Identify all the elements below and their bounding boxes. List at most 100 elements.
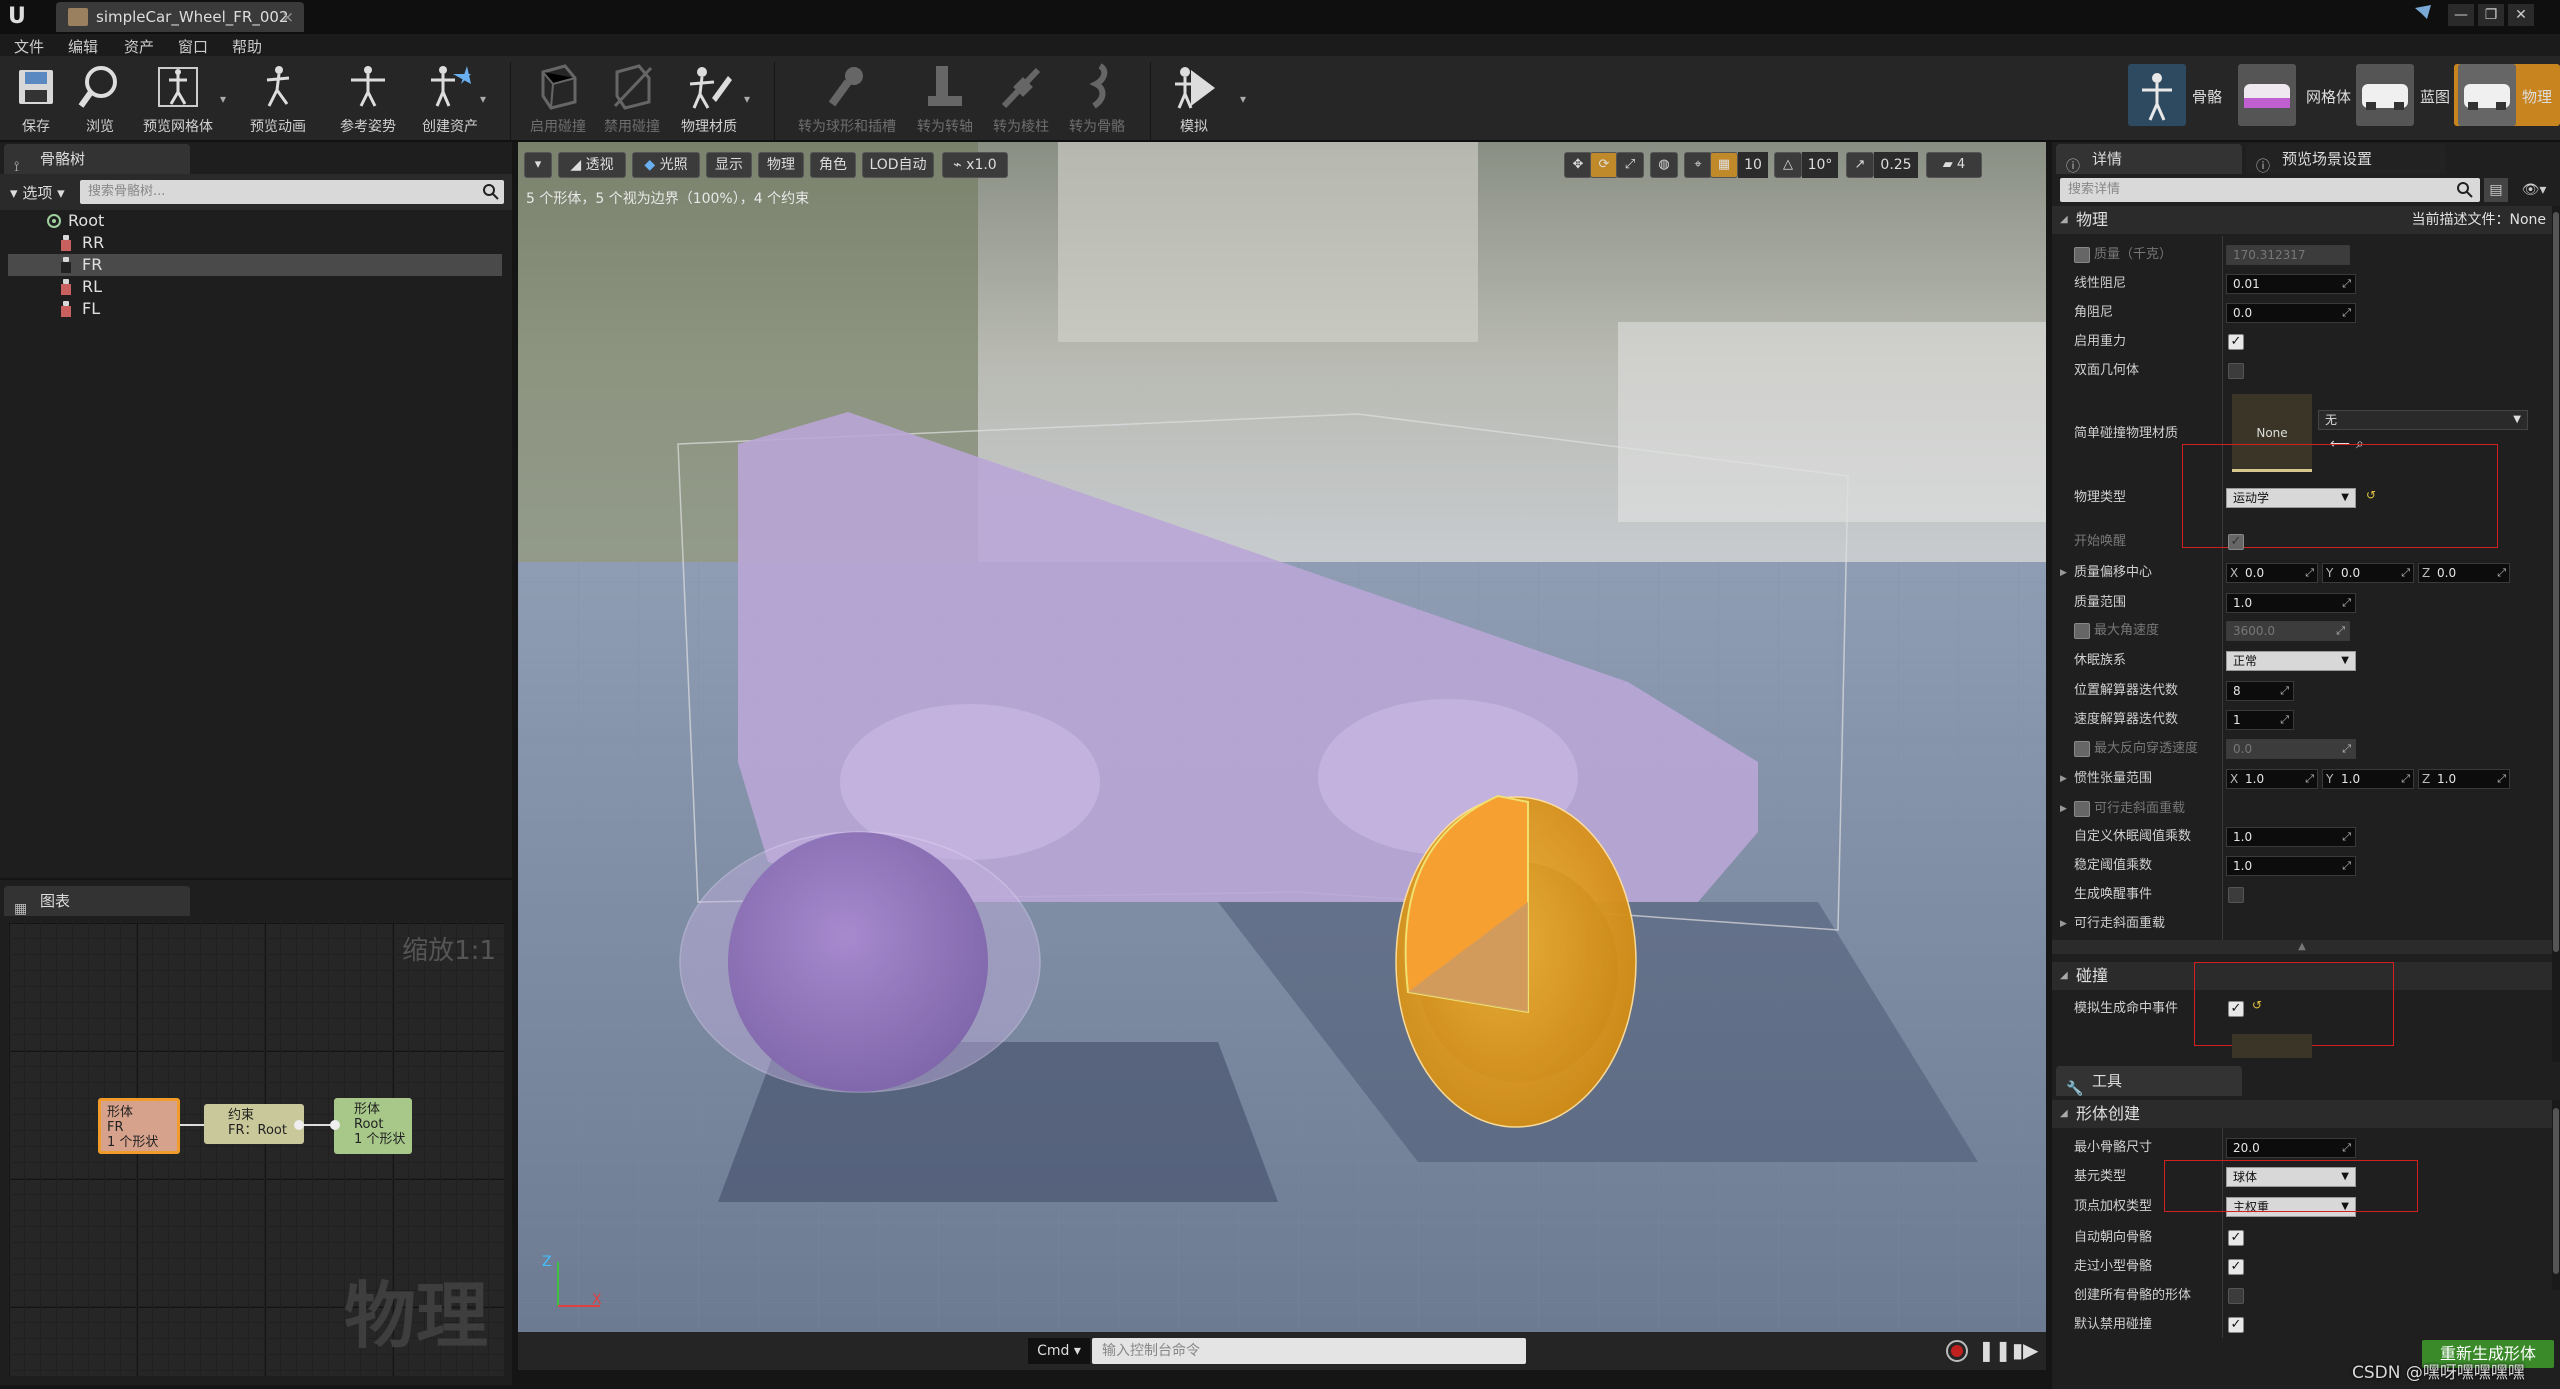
preview-mesh-dropdown-icon[interactable]: ▾ [220,92,226,106]
perspective-button[interactable]: ◢ 透视 [558,152,626,178]
max-depen-checkbox[interactable] [2074,741,2090,757]
options-dropdown[interactable]: ▾ 选项 ▾ [10,182,65,203]
tab-preview-scene-settings[interactable]: ⓘ 预览场景设置 [2246,144,2446,175]
search-icon[interactable] [2456,181,2474,199]
menu-window[interactable]: 窗口 [178,36,208,57]
linear-damping-input[interactable]: 0.01 ⤢ [2226,274,2356,294]
surface-snap-icon[interactable]: ⌖ [1684,152,1712,178]
graph-node-constraint[interactable]: 约束 FR：Root [204,1104,304,1144]
reference-pose-button[interactable]: 参考姿势 [330,62,406,140]
spin-icon[interactable]: ⤢ [2305,564,2314,582]
enable-gravity-checkbox[interactable]: ✓ [2228,334,2244,350]
stabilization-multiplier-input[interactable]: 1.0 ⤢ [2226,856,2356,876]
maximize-button[interactable]: ❐ [2478,4,2504,26]
blueprint-mode-button[interactable]: 蓝图 [2356,64,2466,126]
spin-icon[interactable]: ⤢ [2497,564,2506,582]
advanced-expander-icon[interactable]: ▲ [2052,940,2552,954]
spin-icon[interactable]: ⤢ [2305,770,2314,788]
custom-sleep-multiplier-input[interactable]: 1.0 ⤢ [2226,827,2356,847]
rotation-snap-value[interactable]: 10° [1802,152,1838,178]
physics-mode-button[interactable]: 物理 [2454,64,2560,126]
disable-collision-button[interactable]: 禁用碰撞 [602,62,662,140]
physical-material-dropdown-icon[interactable]: ▾ [744,92,750,106]
mass-input[interactable]: 170.312317 [2226,245,2350,265]
skeleton-mode-button[interactable]: 骨骼 [2128,64,2238,126]
scale-icon[interactable]: ⤢ [1616,152,1644,178]
physics-menu-button[interactable]: 物理 [758,152,804,178]
inertia-z-field[interactable]: Z 1.0 ⤢ [2418,769,2510,789]
max-angular-velocity-input[interactable]: 3600.0 ⤢ [2226,621,2350,641]
minimize-button[interactable]: — [2448,4,2474,26]
preview-mesh-button[interactable]: 预览网格体 [138,62,218,140]
convert-to-skeletal-button[interactable]: 转为骨骼 [1062,62,1132,140]
scale-snap-value[interactable]: 0.25 [1874,152,1918,178]
physical-material-button[interactable]: 物理材质 [676,62,742,140]
position-iterations-input[interactable]: 8 ⤢ [2226,681,2294,701]
skeleton-search-input[interactable]: 搜索骨骼树... [80,180,504,204]
rotate-icon[interactable]: ⟳ [1590,152,1618,178]
simulate-dropdown-icon[interactable]: ▾ [1240,92,1246,106]
property-matrix-icon[interactable]: ▤ [2484,178,2508,202]
com-x-field[interactable]: X 0.0 ⤢ [2226,563,2318,583]
menu-asset[interactable]: 资产 [124,36,154,57]
world-local-icon[interactable]: ◍ [1650,152,1678,178]
inertia-y-field[interactable]: Y 1.0 ⤢ [2322,769,2414,789]
convert-to-prismatic-button[interactable]: 转为棱柱 [986,62,1056,140]
tree-row-bone[interactable]: RR [8,232,502,254]
double-sided-checkbox[interactable] [2228,363,2244,379]
create-asset-dropdown-icon[interactable]: ▾ [480,92,486,106]
camera-speed-button[interactable]: ▰ 4 [1926,152,1982,178]
graph-pin[interactable] [330,1120,340,1130]
feedback-icon[interactable] [2410,4,2436,26]
simulate-button[interactable]: 模拟 [1166,62,1222,140]
tree-row-bone-selected[interactable]: FR [8,254,502,276]
show-button[interactable]: 显示 [706,152,752,178]
tree-row-bone[interactable]: RL [8,276,502,298]
graph-pin[interactable] [294,1120,304,1130]
grid-snap-value[interactable]: 10 [1738,152,1768,178]
spin-icon[interactable]: ⤢ [2336,622,2345,640]
browse-button[interactable]: 浏览 [74,62,126,140]
tab-details[interactable]: ⓘ 详情 [2056,144,2242,175]
console-cmd-dropdown[interactable]: Cmd ▾ [1028,1338,1090,1364]
details-search-input[interactable]: 搜索详情 [2060,178,2480,202]
velocity-iterations-input[interactable]: 1 ⤢ [2226,710,2294,730]
play-rate-button[interactable]: ⌁ x1.0 [942,152,1008,178]
disable-collision-default-checkbox[interactable]: ✓ [2228,1317,2244,1333]
spin-icon[interactable]: ⤢ [2342,857,2351,875]
tab-tools[interactable]: 🔧 工具 [2056,1066,2242,1097]
create-all-bodies-checkbox[interactable] [2228,1288,2244,1304]
graph-canvas[interactable]: 缩放1:1 物理 形体 FR 1 个形状 约束 FR：Root 形体 Root … [8,922,504,1376]
start-awake-checkbox[interactable]: ✓ [2228,534,2244,550]
spin-icon[interactable]: ⤢ [2342,1139,2351,1157]
create-asset-button[interactable]: 创建资产 [412,62,488,140]
character-button[interactable]: 角色 [810,152,856,178]
angular-damping-input[interactable]: 0.0 ⤢ [2226,303,2356,323]
close-button[interactable]: ✕ [2508,4,2534,26]
tree-row-bone[interactable]: FL [8,298,502,320]
spin-icon[interactable]: ⤢ [2342,304,2351,322]
min-bone-size-input[interactable]: 20.0 ⤢ [2226,1138,2356,1158]
spin-icon[interactable]: ⤢ [2401,564,2410,582]
spin-icon[interactable]: ⤢ [2342,594,2351,612]
inertia-x-field[interactable]: X 1.0 ⤢ [2226,769,2318,789]
spin-icon[interactable]: ⤢ [2401,770,2410,788]
search-icon[interactable] [482,183,500,201]
graph-node-body-fr[interactable]: 形体 FR 1 个形状 [98,1098,180,1154]
mass-override-checkbox[interactable] [2074,247,2090,263]
lod-auto-button[interactable]: LOD自动 [862,152,934,178]
tab-skeleton-tree[interactable]: ⟟ 骨骼树 [4,144,190,175]
auto-orient-checkbox[interactable]: ✓ [2228,1230,2244,1246]
phys-material-combo[interactable]: 无 ▼ [2318,410,2528,430]
convert-to-ballsocket-button[interactable]: 转为球形和插槽 [792,62,902,140]
tree-row-root[interactable]: Root [8,210,502,232]
expand-icon[interactable]: ▶ [2060,562,2067,584]
spin-icon[interactable]: ⤢ [2342,828,2351,846]
tab-close-icon[interactable]: × [281,2,294,32]
menu-help[interactable]: 帮助 [232,36,262,57]
spin-icon[interactable]: ⤢ [2342,740,2351,758]
menu-file[interactable]: 文件 [14,36,44,57]
tab-graph[interactable]: ▦ 图表 [4,886,190,917]
rotation-snap-icon[interactable]: △ [1774,152,1802,178]
mesh-mode-button[interactable]: 网格体 [2238,64,2358,126]
